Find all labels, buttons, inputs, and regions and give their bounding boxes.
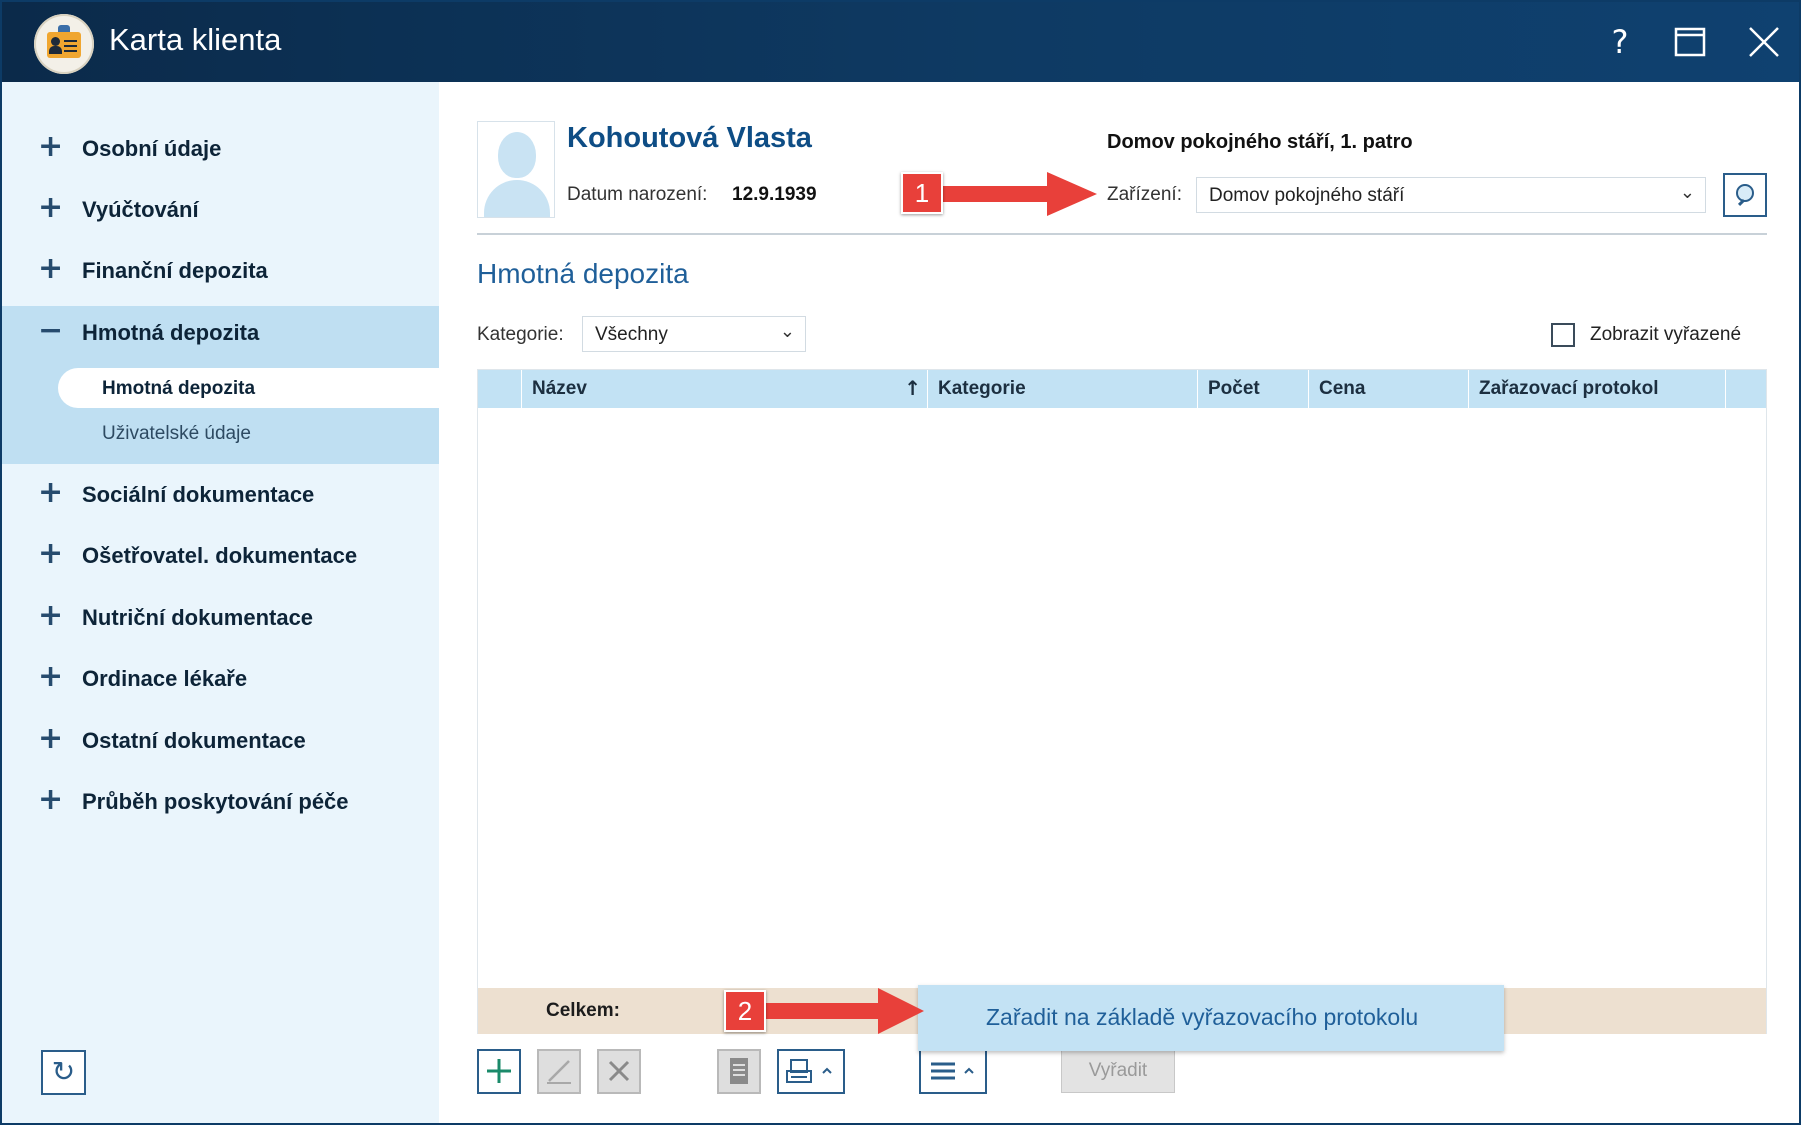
annotation-marker-2: 2 <box>724 990 766 1032</box>
annotation-arrow-2 <box>762 988 924 1034</box>
client-card-window: Karta klienta ? + Osobní údaje + Vyúčtov… <box>0 0 1801 1125</box>
annotation-arrow-1 <box>922 172 1097 216</box>
annotation-marker-1: 1 <box>901 172 943 214</box>
annotation-layer <box>762 172 1097 1034</box>
